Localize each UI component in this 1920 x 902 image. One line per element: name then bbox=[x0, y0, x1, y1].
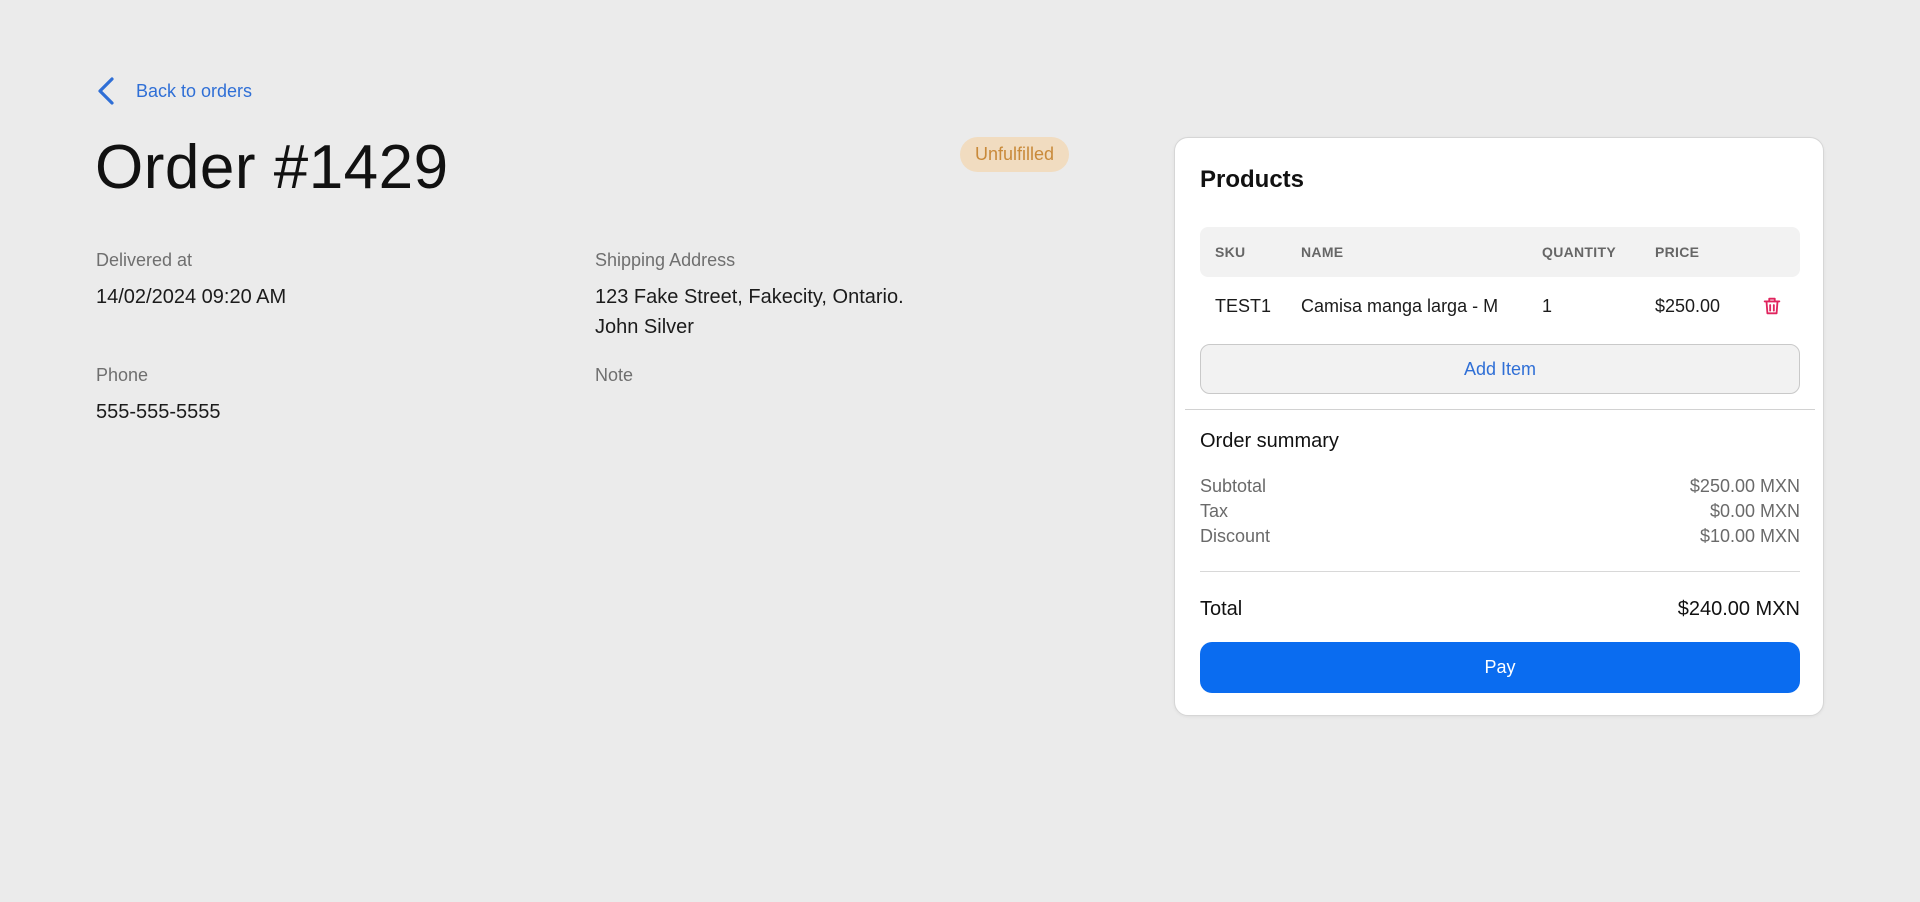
pay-button[interactable]: Pay bbox=[1200, 642, 1800, 693]
shipping-address-label: Shipping Address bbox=[595, 250, 736, 270]
tax-row: Tax $0.00 MXN bbox=[1200, 499, 1800, 524]
row-sku: TEST1 bbox=[1215, 296, 1272, 316]
row-quantity: 1 bbox=[1542, 296, 1553, 316]
shipping-address-line2: John Silver bbox=[595, 316, 694, 338]
back-to-orders-link[interactable]: Back to orders bbox=[96, 76, 252, 106]
column-sku: SKU bbox=[1215, 244, 1246, 260]
back-link-label: Back to orders bbox=[136, 80, 253, 101]
total-value: $240.00 MXN bbox=[1677, 598, 1800, 620]
products-title: Products bbox=[1200, 166, 1305, 193]
page-title: Order #1429 bbox=[95, 133, 449, 202]
subtotal-value: $250.00 MXN bbox=[1689, 476, 1800, 496]
chevron-left-icon bbox=[96, 76, 116, 106]
tax-value: $0.00 MXN bbox=[1709, 501, 1800, 521]
row-name: Camisa manga larga - M bbox=[1301, 296, 1499, 316]
discount-value: $10.00 MXN bbox=[1699, 526, 1800, 546]
phone-value: 555-555-5555 bbox=[96, 401, 221, 423]
delivered-at-value: 14/02/2024 09:20 AM bbox=[96, 286, 287, 308]
trash-icon[interactable] bbox=[1761, 295, 1783, 317]
phone-label: Phone bbox=[96, 365, 149, 385]
discount-row: Discount $10.00 MXN bbox=[1200, 524, 1800, 549]
shipping-address-line1: 123 Fake Street, Fakecity, Ontario. bbox=[595, 286, 904, 308]
products-card: Products SKU NAME QUANTITY PRICE TEST1 C… bbox=[1174, 137, 1824, 716]
add-item-button[interactable]: Add Item bbox=[1200, 344, 1800, 394]
divider bbox=[1200, 571, 1800, 572]
tax-label: Tax bbox=[1200, 501, 1229, 521]
table-row: TEST1 Camisa manga larga - M 1 $250.00 bbox=[1200, 281, 1800, 331]
order-page: Back to orders Order #1429 Unfulfilled D… bbox=[0, 0, 1920, 902]
delivered-at-label: Delivered at bbox=[96, 250, 193, 270]
row-price: $250.00 bbox=[1655, 296, 1721, 316]
column-name: NAME bbox=[1301, 244, 1344, 260]
status-badge: Unfulfilled bbox=[960, 137, 1070, 172]
column-quantity: QUANTITY bbox=[1542, 244, 1616, 260]
subtotal-label: Subtotal bbox=[1200, 476, 1267, 496]
divider bbox=[1185, 409, 1815, 410]
products-table-header: SKU NAME QUANTITY PRICE bbox=[1200, 227, 1800, 277]
discount-label: Discount bbox=[1200, 526, 1271, 546]
subtotal-row: Subtotal $250.00 MXN bbox=[1200, 474, 1800, 499]
total-label: Total bbox=[1200, 598, 1243, 620]
note-label: Note bbox=[595, 365, 634, 385]
order-summary-title: Order summary bbox=[1200, 430, 1339, 452]
column-price: PRICE bbox=[1655, 244, 1700, 260]
total-row: Total $240.00 MXN bbox=[1200, 594, 1800, 624]
